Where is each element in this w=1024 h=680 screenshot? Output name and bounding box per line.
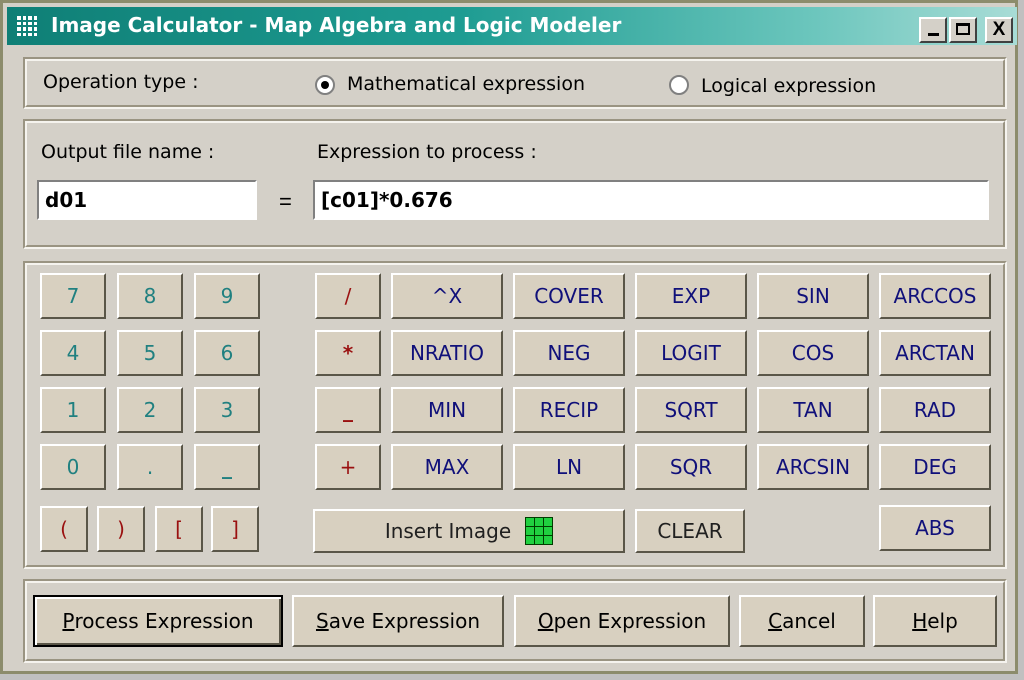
open-expression-button[interactable]: Open Expression: [514, 595, 730, 647]
help-mnemonic: H: [912, 609, 928, 633]
logical-expression-label[interactable]: Logical expression: [701, 75, 876, 97]
divide-button[interactable]: /: [315, 273, 381, 319]
mathematical-expression-label[interactable]: Mathematical expression: [347, 73, 585, 95]
close-paren-button[interactable]: ): [97, 506, 145, 552]
process-expression-button[interactable]: Process Expression: [33, 595, 283, 647]
minimize-button[interactable]: [919, 17, 947, 43]
cos-button[interactable]: COS: [757, 330, 869, 376]
open-bracket-button[interactable]: [: [155, 506, 203, 552]
min-button[interactable]: MIN: [391, 387, 503, 433]
decimal-point-button[interactable]: .: [117, 444, 183, 490]
power-button[interactable]: ^X: [391, 273, 503, 319]
expression-label: Expression to process :: [317, 141, 537, 163]
open-mnemonic: O: [537, 609, 554, 633]
expression-input[interactable]: [c01]*0.676: [313, 180, 989, 220]
digit-3-button[interactable]: 3: [194, 387, 260, 433]
digit-0-button[interactable]: 0: [40, 444, 106, 490]
process-mnemonic: P: [62, 609, 75, 633]
digit-8-button[interactable]: 8: [117, 273, 183, 319]
process-label: rocess Expression: [74, 609, 254, 633]
save-label: ave Expression: [328, 609, 481, 633]
close-button[interactable]: X: [985, 17, 1013, 43]
deg-button[interactable]: DEG: [879, 444, 991, 490]
save-expression-button[interactable]: Save Expression: [292, 595, 504, 647]
exp-button[interactable]: EXP: [635, 273, 747, 319]
help-label: elp: [927, 609, 958, 633]
recip-button[interactable]: RECIP: [513, 387, 625, 433]
arctan-button[interactable]: ARCTAN: [879, 330, 991, 376]
operation-type-label: Operation type :: [43, 71, 199, 93]
equals-sign: =: [279, 189, 292, 214]
negative-sign-button[interactable]: _: [194, 444, 260, 490]
image-calculator-window: Image Calculator - Map Algebra and Logic…: [0, 0, 1018, 674]
digit-5-button[interactable]: 5: [117, 330, 183, 376]
ln-button[interactable]: LN: [513, 444, 625, 490]
add-button[interactable]: +: [315, 444, 381, 490]
sqr-button[interactable]: SQR: [635, 444, 747, 490]
digit-9-button[interactable]: 9: [194, 273, 260, 319]
digit-1-button[interactable]: 1: [40, 387, 106, 433]
nratio-button[interactable]: NRATIO: [391, 330, 503, 376]
arcsin-button[interactable]: ARCSIN: [757, 444, 869, 490]
digit-6-button[interactable]: 6: [194, 330, 260, 376]
maximize-button[interactable]: [949, 17, 977, 43]
logit-button[interactable]: LOGIT: [635, 330, 747, 376]
window-title: Image Calculator - Map Algebra and Logic…: [51, 13, 622, 37]
cancel-label: ancel: [782, 609, 836, 633]
digit-7-button[interactable]: 7: [40, 273, 106, 319]
open-paren-button[interactable]: (: [40, 506, 88, 552]
output-file-label: Output file name :: [41, 141, 215, 163]
save-mnemonic: S: [315, 609, 329, 633]
help-button[interactable]: Help: [873, 595, 997, 647]
digit-2-button[interactable]: 2: [117, 387, 183, 433]
neg-button[interactable]: NEG: [513, 330, 625, 376]
cancel-mnemonic: C: [768, 609, 783, 633]
app-grid-icon: [17, 16, 37, 36]
digit-4-button[interactable]: 4: [40, 330, 106, 376]
close-bracket-button[interactable]: ]: [211, 506, 259, 552]
open-label: pen Expression: [553, 609, 707, 633]
clear-button[interactable]: CLEAR: [635, 509, 745, 553]
abs-button[interactable]: ABS: [879, 505, 991, 551]
subtract-button[interactable]: _: [315, 387, 381, 433]
arccos-button[interactable]: ARCCOS: [879, 273, 991, 319]
title-bar[interactable]: Image Calculator - Map Algebra and Logic…: [7, 7, 1017, 45]
mathematical-expression-radio[interactable]: [315, 75, 335, 95]
multiply-button[interactable]: *: [315, 330, 381, 376]
cover-button[interactable]: COVER: [513, 273, 625, 319]
max-button[interactable]: MAX: [391, 444, 503, 490]
rad-button[interactable]: RAD: [879, 387, 991, 433]
logical-expression-radio[interactable]: [669, 75, 689, 95]
image-grid-icon: [525, 517, 554, 545]
tan-button[interactable]: TAN: [757, 387, 869, 433]
sin-button[interactable]: SIN: [757, 273, 869, 319]
insert-image-button[interactable]: Insert Image: [313, 509, 625, 553]
close-icon: X: [992, 19, 1006, 40]
cancel-button[interactable]: Cancel: [739, 595, 865, 647]
insert-image-label: Insert Image: [384, 519, 512, 543]
sqrt-button[interactable]: SQRT: [635, 387, 747, 433]
output-file-input[interactable]: d01: [37, 180, 257, 220]
